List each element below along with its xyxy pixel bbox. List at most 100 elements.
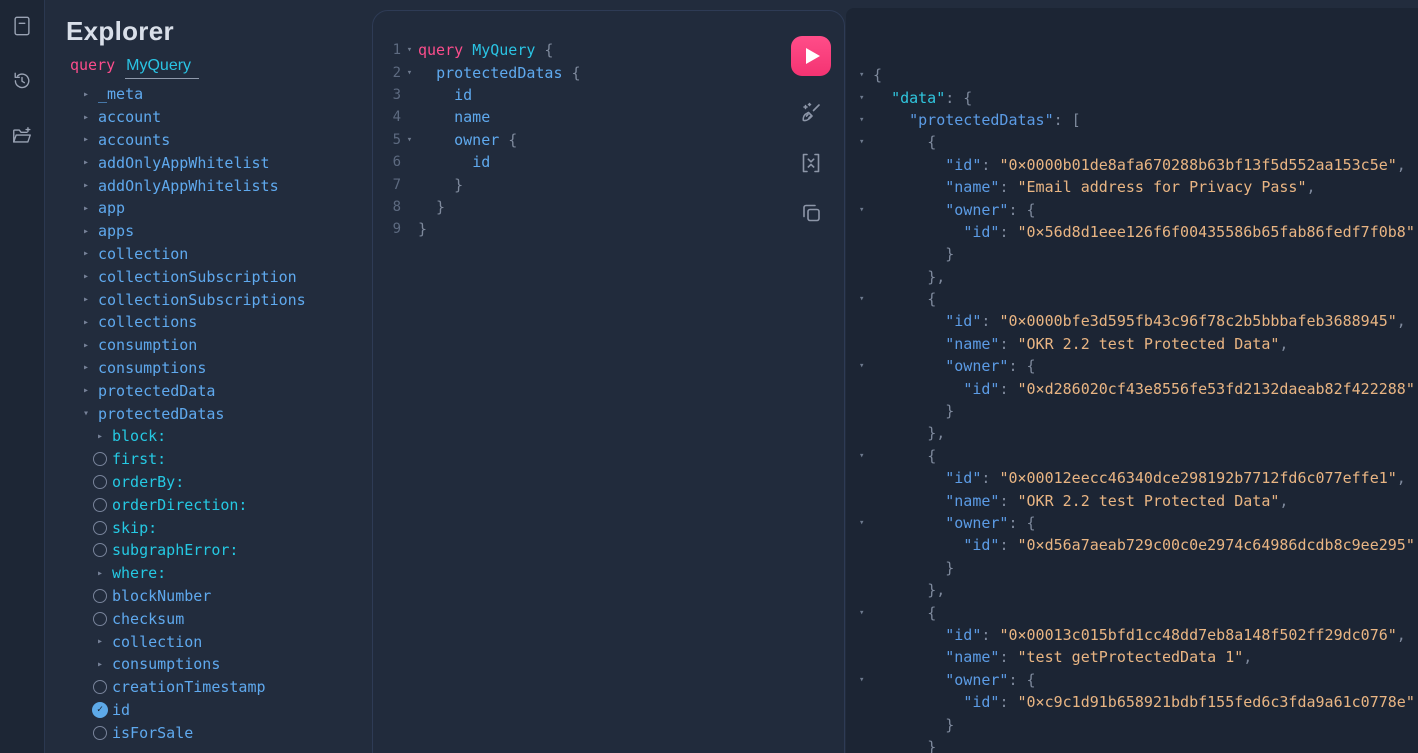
- expand-caret-icon[interactable]: ▸: [90, 431, 110, 442]
- tree-item-label: app: [98, 199, 125, 217]
- tree-item-orderBy[interactable]: orderBy:: [66, 471, 372, 494]
- tree-item-_meta[interactable]: ▸_meta: [66, 83, 372, 106]
- fold-arrow-icon[interactable]: ▾: [858, 518, 873, 528]
- tree-item-orderDirection[interactable]: orderDirection:: [66, 493, 372, 516]
- response-line-30: }: [858, 713, 1418, 735]
- radio-unchecked-icon[interactable]: [90, 521, 110, 535]
- tree-item-collections[interactable]: ▸collections: [66, 311, 372, 334]
- tree-item-where[interactable]: ▸where:: [66, 562, 372, 585]
- fold-arrow-icon[interactable]: ▾: [858, 608, 873, 618]
- operation-name-input[interactable]: MyQuery: [125, 57, 199, 79]
- radio-unchecked-icon[interactable]: [90, 498, 110, 512]
- tree-item-block[interactable]: ▸block:: [66, 425, 372, 448]
- tree-item-skip[interactable]: skip:: [66, 516, 372, 539]
- tree-item-collection[interactable]: ▸collection: [66, 243, 372, 266]
- execute-button[interactable]: [791, 36, 831, 76]
- radio-unchecked-icon[interactable]: [90, 680, 110, 694]
- response-line-29: "id": "0×c9c1d91b658921bdbf155fed6c3fda9…: [858, 691, 1418, 713]
- expand-caret-icon[interactable]: ▸: [76, 112, 96, 123]
- editor-line-6[interactable]: 6 id: [383, 151, 844, 173]
- expand-caret-icon[interactable]: ▸: [76, 89, 96, 100]
- expand-caret-icon[interactable]: ▸: [76, 340, 96, 351]
- editor-line-2[interactable]: 2▾ protectedDatas {: [383, 61, 844, 83]
- tree-item-collection[interactable]: ▸collection: [66, 630, 372, 653]
- expand-caret-icon[interactable]: ▸: [76, 203, 96, 214]
- copy-query-icon[interactable]: [798, 200, 824, 226]
- fold-arrow-icon[interactable]: ▾: [858, 451, 873, 461]
- expand-caret-icon[interactable]: ▸: [76, 226, 96, 237]
- editor-line-9[interactable]: 9}: [383, 218, 844, 240]
- expand-caret-icon[interactable]: ▸: [76, 271, 96, 282]
- tree-item-collectionSubscriptions[interactable]: ▸collectionSubscriptions: [66, 288, 372, 311]
- tree-item-consumptions[interactable]: ▸consumptions: [66, 653, 372, 676]
- tree-item-account[interactable]: ▸account: [66, 106, 372, 129]
- radio-unchecked-icon[interactable]: [90, 452, 110, 466]
- merge-fragments-icon[interactable]: [798, 150, 824, 176]
- line-number: 8: [383, 199, 401, 215]
- fold-arrow-icon[interactable]: ▾: [858, 294, 873, 304]
- expand-caret-icon[interactable]: ▸: [90, 659, 110, 670]
- checkbox-checked-icon[interactable]: ✓: [92, 702, 108, 718]
- tree-item-subgraphError[interactable]: subgraphError:: [66, 539, 372, 562]
- expand-caret-icon[interactable]: ▸: [76, 362, 96, 373]
- tree-item-creationTimestamp[interactable]: creationTimestamp: [66, 676, 372, 699]
- editor-line-5[interactable]: 5▾ owner {: [383, 129, 844, 151]
- json-text: },: [873, 581, 945, 599]
- operation-keyword: query: [70, 56, 115, 74]
- fold-arrow-icon[interactable]: ▾: [401, 45, 418, 55]
- expand-caret-icon[interactable]: ▸: [76, 385, 96, 396]
- collapse-caret-icon[interactable]: ▾: [76, 408, 96, 419]
- tree-item-protectedDatas[interactable]: ▾protectedDatas: [66, 402, 372, 425]
- tree-item-app[interactable]: ▸app: [66, 197, 372, 220]
- tree-item-consumptions[interactable]: ▸consumptions: [66, 357, 372, 380]
- tree-item-id[interactable]: ✓id: [66, 699, 372, 722]
- editor-line-8[interactable]: 8 }: [383, 196, 844, 218]
- fold-arrow-icon[interactable]: ▾: [401, 68, 418, 78]
- expand-caret-icon[interactable]: ▸: [90, 636, 110, 647]
- fold-arrow-icon[interactable]: ▾: [858, 115, 873, 125]
- response-line-8: "id": "0×56d8d1eee126f6f00435586b65fab86…: [858, 221, 1418, 243]
- editor-line-3[interactable]: 3 id: [383, 84, 844, 106]
- radio-unchecked-icon[interactable]: [90, 543, 110, 557]
- tree-item-addOnlyAppWhitelist[interactable]: ▸addOnlyAppWhitelist: [66, 151, 372, 174]
- expand-caret-icon[interactable]: ▸: [76, 157, 96, 168]
- expand-caret-icon[interactable]: ▸: [76, 180, 96, 191]
- fold-arrow-icon[interactable]: ▾: [858, 70, 873, 80]
- tree-item-protectedData[interactable]: ▸protectedData: [66, 379, 372, 402]
- query-editor-lines[interactable]: 1▾query MyQuery {2▾ protectedDatas {3 id…: [373, 11, 844, 241]
- fold-arrow-icon[interactable]: ▾: [858, 675, 873, 685]
- fold-arrow-icon[interactable]: ▾: [858, 93, 873, 103]
- response-line-25: ▾ {: [858, 601, 1418, 623]
- fold-arrow-icon[interactable]: ▾: [858, 361, 873, 371]
- radio-unchecked-icon[interactable]: [90, 475, 110, 489]
- radio-unchecked-icon[interactable]: [90, 589, 110, 603]
- fold-arrow-icon[interactable]: ▾: [858, 137, 873, 147]
- tree-item-checksum[interactable]: checksum: [66, 607, 372, 630]
- tree-item-blockNumber[interactable]: blockNumber: [66, 585, 372, 608]
- tree-item-isForSale[interactable]: isForSale: [66, 721, 372, 744]
- expand-caret-icon[interactable]: ▸: [76, 134, 96, 145]
- fold-arrow-icon[interactable]: ▾: [401, 135, 418, 145]
- expand-caret-icon[interactable]: ▸: [90, 568, 110, 579]
- tree-item-collectionSubscription[interactable]: ▸collectionSubscription: [66, 265, 372, 288]
- editor-line-7[interactable]: 7 }: [383, 173, 844, 195]
- docs-icon[interactable]: [10, 14, 34, 38]
- response-line-21: ▾ "owner": {: [858, 512, 1418, 534]
- expand-caret-icon[interactable]: ▸: [76, 248, 96, 259]
- radio-unchecked-icon[interactable]: [90, 726, 110, 740]
- expand-caret-icon[interactable]: ▸: [76, 294, 96, 305]
- fold-arrow-icon[interactable]: ▾: [858, 205, 873, 215]
- tree-item-consumption[interactable]: ▸consumption: [66, 334, 372, 357]
- radio-unchecked-icon[interactable]: [90, 612, 110, 626]
- tree-item-addOnlyAppWhitelists[interactable]: ▸addOnlyAppWhitelists: [66, 174, 372, 197]
- editor-line-1[interactable]: 1▾query MyQuery {: [383, 39, 844, 61]
- tree-item-apps[interactable]: ▸apps: [66, 220, 372, 243]
- editor-line-4[interactable]: 4 name: [383, 106, 844, 128]
- prettify-icon[interactable]: [798, 100, 824, 126]
- tree-item-label: accounts: [98, 131, 170, 149]
- open-collection-icon[interactable]: [10, 124, 34, 148]
- expand-caret-icon[interactable]: ▸: [76, 317, 96, 328]
- tree-item-accounts[interactable]: ▸accounts: [66, 129, 372, 152]
- history-icon[interactable]: [10, 69, 34, 93]
- tree-item-first[interactable]: first:: [66, 448, 372, 471]
